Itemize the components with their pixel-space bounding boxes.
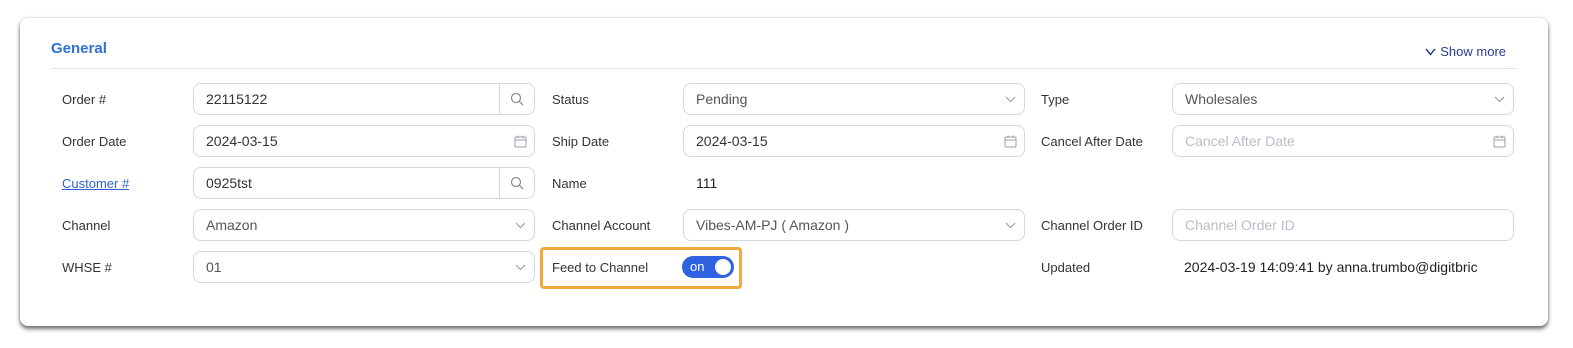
cancel-after-date-label: Cancel After Date <box>1041 134 1143 149</box>
customer-no-field[interactable]: 0925tst <box>193 167 535 199</box>
channel-order-id-placeholder: Channel Order ID <box>1185 217 1295 233</box>
search-icon[interactable] <box>499 168 534 198</box>
show-more-link[interactable]: Show more <box>1425 44 1506 59</box>
updated-label: Updated <box>1041 260 1091 275</box>
ship-date-field[interactable]: 2024-03-15 <box>683 125 1025 157</box>
chevron-down-icon <box>506 252 534 282</box>
chevron-down-icon <box>996 210 1024 240</box>
channel-account-value: Vibes-AM-PJ ( Amazon ) <box>696 217 850 233</box>
order-no-label: Order # <box>62 92 107 107</box>
whse-no-value: 01 <box>206 259 222 275</box>
calendar-icon[interactable] <box>1485 126 1513 156</box>
chevron-down-icon <box>1485 84 1513 114</box>
feed-to-channel-toggle[interactable]: on <box>682 256 734 278</box>
order-date-field[interactable]: 2024-03-15 <box>193 125 535 157</box>
status-select[interactable]: Pending <box>683 83 1025 115</box>
search-icon[interactable] <box>499 84 534 114</box>
chevron-down-icon <box>1425 45 1436 59</box>
calendar-icon[interactable] <box>506 126 534 156</box>
order-no-value: 22115122 <box>206 91 268 107</box>
channel-order-id-field[interactable]: Channel Order ID <box>1172 209 1514 241</box>
channel-order-id-label: Channel Order ID <box>1041 218 1143 233</box>
name-value: 111 <box>696 175 718 191</box>
name-label: Name <box>552 176 587 191</box>
channel-account-label: Channel Account <box>552 218 651 233</box>
toggle-knob <box>715 259 731 275</box>
ship-date-label: Ship Date <box>552 134 610 149</box>
section-title: General <box>51 40 107 57</box>
toggle-state-text: on <box>690 259 705 274</box>
whse-no-select[interactable]: 01 <box>193 251 535 283</box>
ship-date-value: 2024-03-15 <box>696 133 768 149</box>
type-select[interactable]: Wholesales <box>1172 83 1514 115</box>
type-label: Type <box>1041 92 1070 107</box>
whse-no-label: WHSE # <box>62 260 112 275</box>
status-label: Status <box>552 92 589 107</box>
channel-value: Amazon <box>206 217 258 233</box>
customer-no-value: 0925tst <box>206 175 252 191</box>
cancel-after-date-field[interactable]: Cancel After Date <box>1172 125 1514 157</box>
customer-no-link[interactable]: Customer # <box>62 176 129 191</box>
general-card: General Show more Order # 22115122 Order… <box>20 18 1548 326</box>
divider <box>51 68 1516 69</box>
chevron-down-icon <box>996 84 1024 114</box>
show-more-label: Show more <box>1440 44 1506 59</box>
order-no-field[interactable]: 22115122 <box>193 83 535 115</box>
channel-label: Channel <box>62 218 111 233</box>
channel-account-select[interactable]: Vibes-AM-PJ ( Amazon ) <box>683 209 1025 241</box>
status-value: Pending <box>696 91 748 107</box>
type-value: Wholesales <box>1185 91 1258 107</box>
chevron-down-icon <box>506 210 534 240</box>
cancel-after-date-placeholder: Cancel After Date <box>1185 133 1295 149</box>
order-date-label: Order Date <box>62 134 127 149</box>
channel-select[interactable]: Amazon <box>193 209 535 241</box>
calendar-icon[interactable] <box>996 126 1024 156</box>
order-date-value: 2024-03-15 <box>206 133 278 149</box>
updated-value: 2024-03-19 14:09:41 by anna.trumbo@digit… <box>1184 259 1478 275</box>
feed-to-channel-label: Feed to Channel <box>552 260 649 275</box>
